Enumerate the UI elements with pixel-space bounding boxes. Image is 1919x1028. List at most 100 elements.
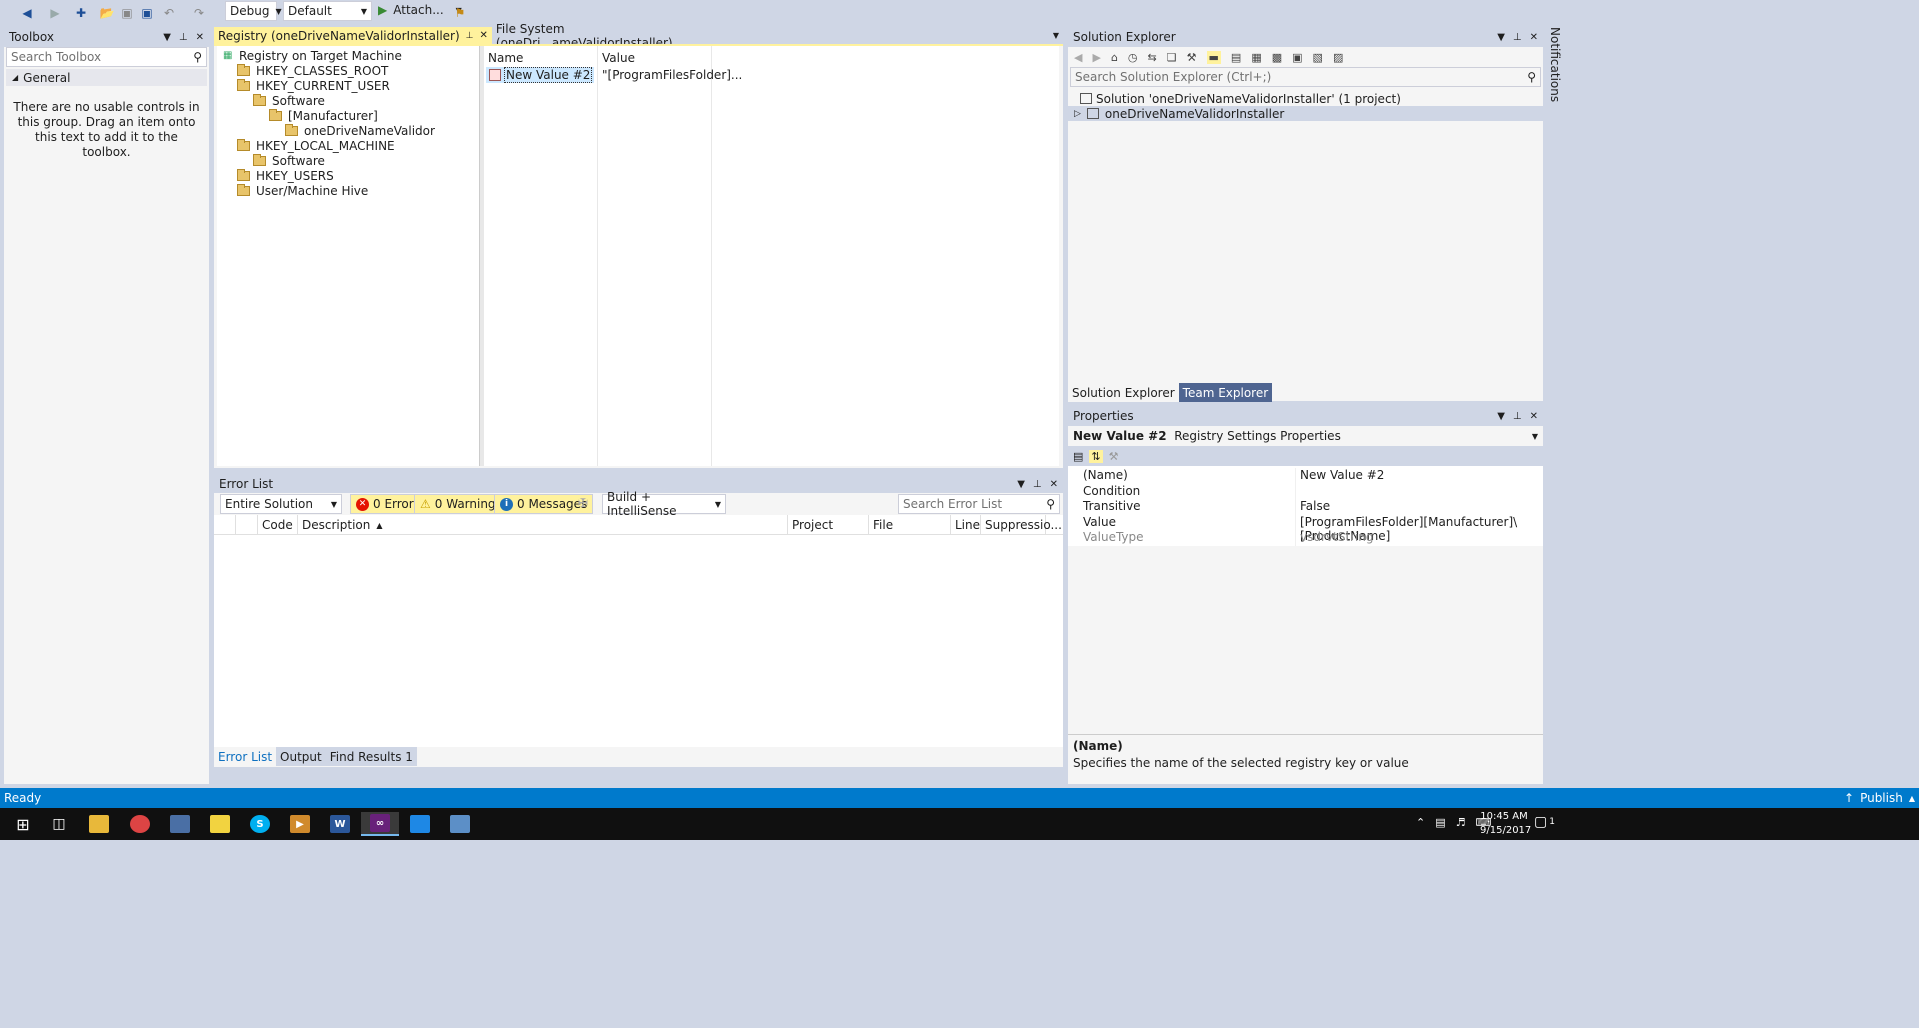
- registry-editor-icon[interactable]: ▦: [1251, 51, 1261, 64]
- property-value[interactable]: [1295, 483, 1543, 499]
- taskbar-app[interactable]: [441, 812, 479, 836]
- column-header[interactable]: Line: [951, 515, 981, 535]
- build-filter-dropdown[interactable]: Build + IntelliSense ▼: [602, 490, 726, 518]
- tree-root[interactable]: ▦ Registry on Target Machine: [217, 48, 479, 63]
- taskbar-app[interactable]: [161, 812, 199, 836]
- save-icon[interactable]: ▣: [118, 4, 136, 22]
- undo-icon[interactable]: ↶: [160, 4, 178, 22]
- column-header[interactable]: [236, 515, 258, 535]
- property-row[interactable]: Condition: [1068, 483, 1543, 499]
- sync-icon[interactable]: ⇆: [1148, 51, 1157, 64]
- start-button[interactable]: ⊞: [4, 812, 42, 836]
- window-position-icon[interactable]: ▼: [1497, 411, 1505, 422]
- back-icon[interactable]: ◀: [18, 4, 36, 22]
- back-icon[interactable]: ◀: [1074, 51, 1082, 64]
- object-selector[interactable]: New Value #2 Registry Settings Propertie…: [1068, 426, 1543, 446]
- volume-icon[interactable]: ♬: [1456, 816, 1466, 829]
- tab-find-results[interactable]: Find Results 1: [325, 747, 417, 766]
- task-view-button[interactable]: ◫: [40, 812, 78, 836]
- save-all-icon[interactable]: ▣: [138, 4, 156, 22]
- taskbar-app[interactable]: S: [241, 812, 279, 836]
- forward-icon[interactable]: ▶: [1092, 51, 1100, 64]
- window-position-icon[interactable]: ▼: [1497, 32, 1505, 43]
- tray-chevron-icon[interactable]: ⌃: [1416, 816, 1425, 829]
- column-header[interactable]: File: [869, 515, 951, 535]
- column-header[interactable]: Suppressio...: [981, 515, 1062, 535]
- pin-icon[interactable]: ⊥: [466, 31, 474, 41]
- redo-icon[interactable]: ↷: [190, 4, 208, 22]
- toolbox-group-general[interactable]: ◢ General: [6, 69, 207, 86]
- pin-icon[interactable]: ⊥: [179, 32, 188, 43]
- project-node[interactable]: ▷ oneDriveNameValidorInstaller: [1068, 106, 1543, 121]
- tree-node[interactable]: HKEY_CLASSES_ROOT: [217, 63, 479, 78]
- taskbar-app[interactable]: ▶: [281, 812, 319, 836]
- launch-conditions-icon[interactable]: ▨: [1333, 51, 1343, 64]
- preview-icon[interactable]: ▬: [1206, 50, 1221, 64]
- tab-error-list[interactable]: Error List: [214, 747, 277, 766]
- property-row[interactable]: Transitive False: [1068, 499, 1543, 515]
- pin-icon[interactable]: ⊥: [1513, 411, 1522, 422]
- taskbar-app[interactable]: [201, 812, 239, 836]
- filter-icon[interactable]: ✠: [578, 496, 588, 510]
- new-project-icon[interactable]: ✚: [72, 4, 90, 22]
- solution-search-input[interactable]: Search Solution Explorer (Ctrl+;) ⚲: [1070, 67, 1541, 87]
- scope-dropdown[interactable]: Entire Solution ▼: [220, 494, 342, 514]
- close-icon[interactable]: ✕: [196, 32, 204, 43]
- taskbar-app[interactable]: [121, 812, 159, 836]
- notifications-tab[interactable]: Notifications: [1546, 27, 1565, 127]
- expand-arrow-icon[interactable]: ▷: [1074, 109, 1081, 119]
- taskbar-app-active[interactable]: ∞: [361, 812, 399, 836]
- taskbar-app[interactable]: [401, 812, 439, 836]
- property-value[interactable]: False: [1295, 499, 1543, 515]
- search-icon[interactable]: ⚲: [193, 50, 202, 64]
- tab-output[interactable]: Output: [276, 747, 326, 766]
- taskbar-app[interactable]: [80, 812, 118, 836]
- column-header[interactable]: Project: [788, 515, 869, 535]
- property-row[interactable]: ValueType vsdrvtString: [1068, 530, 1543, 546]
- tree-node[interactable]: oneDriveNameValidor: [217, 123, 479, 138]
- tree-node[interactable]: [Manufacturer]: [217, 108, 479, 123]
- property-value[interactable]: New Value #2: [1295, 468, 1543, 484]
- action-center-button[interactable]: ▢ 1: [1534, 814, 1555, 830]
- close-icon[interactable]: ✕: [1530, 411, 1538, 422]
- user-interface-icon[interactable]: ▣: [1292, 51, 1302, 64]
- clock[interactable]: 10:45 AM 9/15/2017: [1480, 810, 1531, 838]
- attach-button[interactable]: ▶ Attach... ▼: [378, 3, 462, 17]
- collapse-all-icon[interactable]: ❏: [1167, 51, 1177, 64]
- tree-node[interactable]: HKEY_USERS: [217, 168, 479, 183]
- tree-node[interactable]: HKEY_LOCAL_MACHINE: [217, 138, 479, 153]
- pin-icon[interactable]: ⊥: [1513, 32, 1522, 43]
- table-row[interactable]: New Value #2: [486, 67, 594, 83]
- column-header[interactable]: Code: [258, 515, 298, 535]
- forward-icon[interactable]: ▶: [46, 4, 64, 22]
- properties-wrench-icon[interactable]: ⚒: [1187, 51, 1197, 64]
- column-header[interactable]: [214, 515, 236, 535]
- column-value-header[interactable]: Value: [602, 51, 635, 65]
- find-in-files-icon[interactable]: ⚑: [451, 4, 469, 22]
- window-position-icon[interactable]: ▼: [163, 32, 171, 43]
- tree-node[interactable]: Software: [217, 93, 479, 108]
- categorized-icon[interactable]: ▤: [1073, 450, 1083, 463]
- search-icon[interactable]: ⚲: [1046, 497, 1055, 511]
- network-icon[interactable]: ▤: [1435, 816, 1445, 829]
- error-list-search-input[interactable]: Search Error List ⚲: [898, 494, 1060, 514]
- toolbox-search-input[interactable]: Search Toolbox ⚲: [6, 47, 207, 67]
- property-value[interactable]: [ProgramFilesFolder][Manufacturer]\[Prod…: [1295, 514, 1543, 543]
- tab-registry[interactable]: Registry (oneDriveNameValidorInstaller) …: [214, 27, 492, 44]
- tree-node[interactable]: HKEY_CURRENT_USER: [217, 78, 479, 93]
- property-pages-icon[interactable]: ⚒: [1109, 450, 1119, 463]
- tree-node[interactable]: Software: [217, 153, 479, 168]
- property-row[interactable]: (Name) New Value #2: [1068, 468, 1543, 484]
- tab-overflow-icon[interactable]: ▼: [1049, 27, 1063, 44]
- tab-team-explorer[interactable]: Team Explorer: [1178, 383, 1273, 402]
- custom-actions-icon[interactable]: ▧: [1313, 51, 1323, 64]
- column-header[interactable]: Description ▲: [298, 515, 788, 535]
- solution-configuration-dropdown[interactable]: Debug ▼: [225, 1, 282, 21]
- search-icon[interactable]: ⚲: [1527, 70, 1536, 84]
- close-icon[interactable]: ✕: [1050, 479, 1058, 490]
- alphabetical-icon[interactable]: ⇅: [1089, 449, 1103, 463]
- history-icon[interactable]: ◷: [1128, 51, 1138, 64]
- file-types-icon[interactable]: ▩: [1272, 51, 1282, 64]
- solution-node[interactable]: Solution 'oneDriveNameValidorInstaller' …: [1068, 91, 1543, 106]
- solution-platform-dropdown[interactable]: Default ▼: [283, 1, 372, 21]
